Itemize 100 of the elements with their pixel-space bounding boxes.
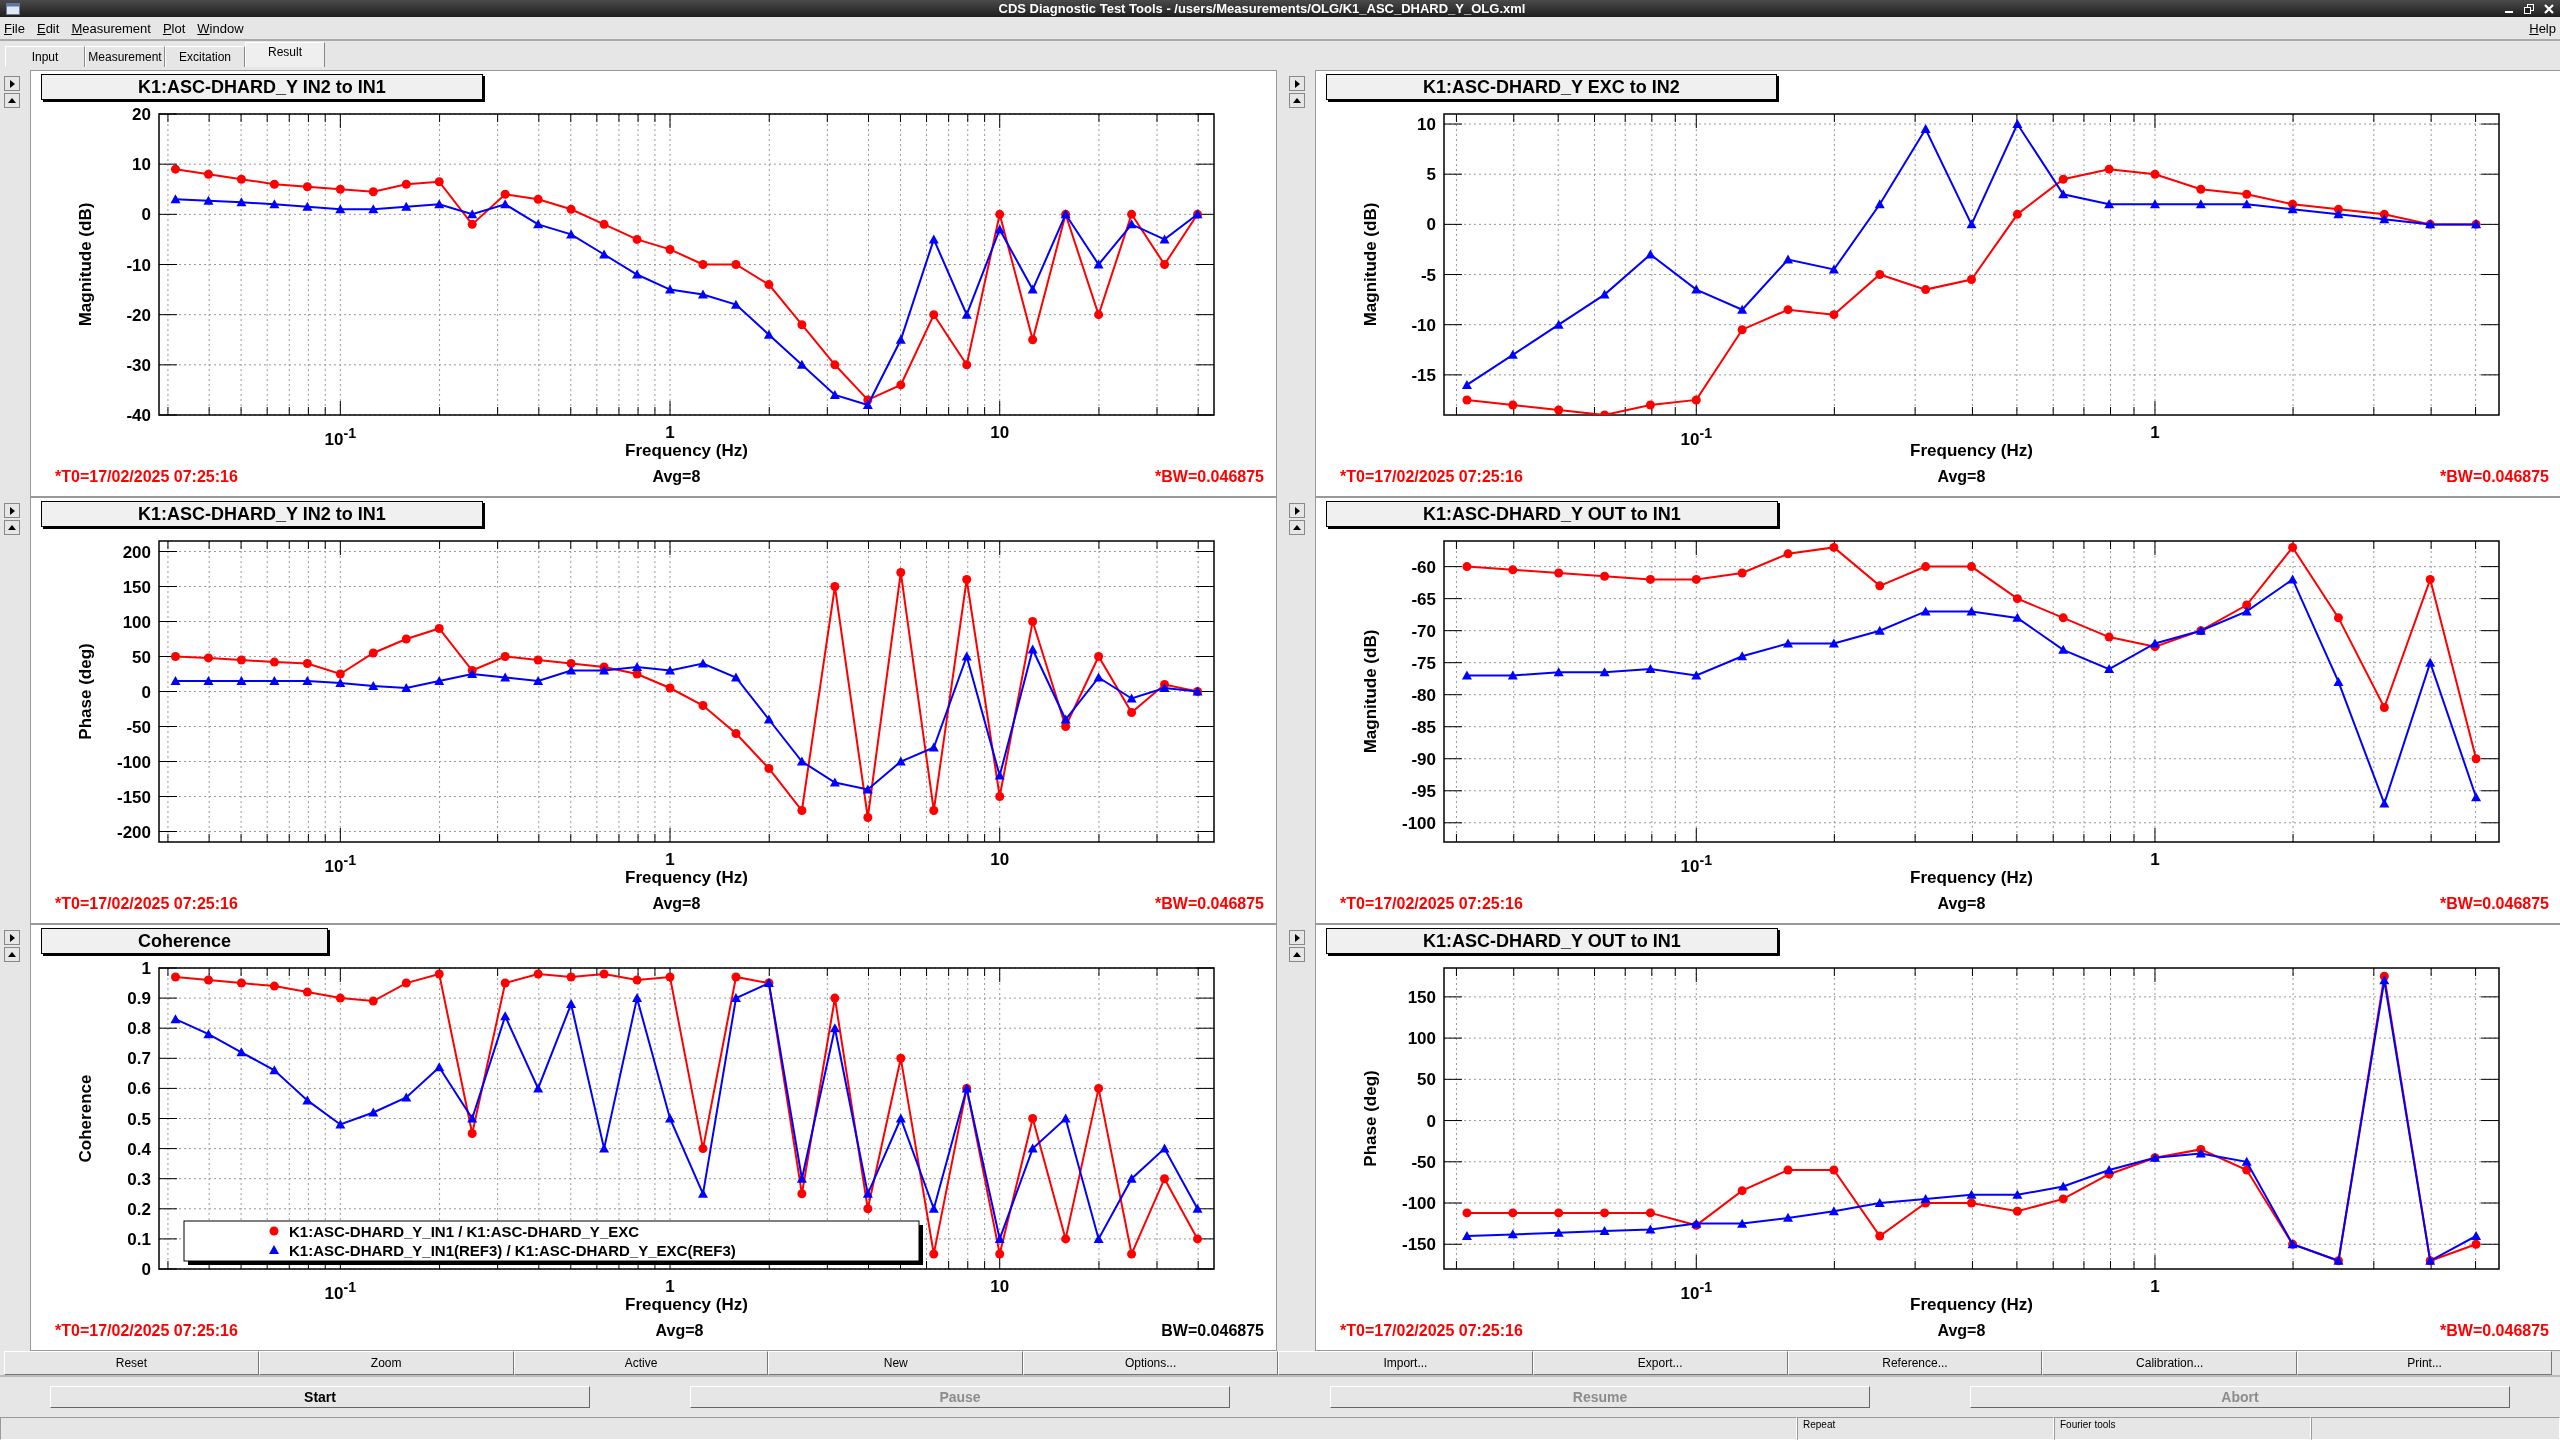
next-button[interactable] [1289, 503, 1305, 518]
plot-button[interactable]: Reference... [1787, 1351, 2043, 1375]
plot-button[interactable]: Active [513, 1351, 769, 1375]
next-button[interactable] [4, 930, 20, 945]
plot-button[interactable]: Zoom [258, 1351, 514, 1375]
point [1875, 270, 1885, 280]
plot-button[interactable]: Calibration... [2042, 1351, 2298, 1375]
up-arrow-icon [1293, 951, 1301, 958]
start-time-label: *T0=17/02/2025 07:25:16 [55, 1322, 238, 1340]
point [929, 806, 939, 815]
next-button[interactable] [1289, 76, 1305, 91]
next-button[interactable] [4, 503, 20, 518]
point [236, 676, 247, 685]
axis-tick-label: -65 [1411, 589, 1436, 609]
axis-tick-label: 1 [141, 959, 151, 978]
point [2058, 613, 2068, 623]
plot-title: K1:ASC-DHARD_Y OUT to IN1 [1326, 928, 1778, 954]
close-icon[interactable] [2544, 3, 2554, 14]
axis-tick-label: 200 [122, 542, 151, 562]
point [796, 756, 807, 766]
right-arrow-icon [1293, 79, 1301, 88]
point [368, 648, 378, 658]
tab[interactable]: Measurement [85, 46, 165, 67]
point [170, 676, 181, 685]
menu-item[interactable]: Edit [36, 20, 60, 36]
tab[interactable]: Result [245, 42, 325, 67]
point [1737, 568, 1747, 578]
up-button[interactable] [4, 520, 20, 535]
point [763, 714, 774, 724]
menu-item[interactable]: Help [2529, 20, 2556, 36]
right-arrow-icon [1293, 506, 1301, 515]
point [1554, 568, 1564, 578]
plot-button[interactable]: Print... [2297, 1351, 2552, 1375]
axis-tick-label: -20 [126, 305, 151, 325]
point [2333, 613, 2343, 623]
point [1691, 395, 1701, 405]
plot-button[interactable]: Export... [1532, 1351, 1788, 1375]
plot-button[interactable]: Reset [4, 1351, 259, 1375]
axis-tick-label: 0 [1426, 1111, 1436, 1131]
plot-title: K1:ASC-DHARD_Y EXC to IN2 [1326, 74, 1777, 100]
axis-tick-label: 0.2 [127, 1199, 151, 1219]
axis-tick-label: 10 [990, 1277, 1010, 1296]
next-button[interactable] [1289, 930, 1305, 945]
plot-button[interactable]: Import... [1278, 1351, 1533, 1375]
point [1691, 284, 1702, 294]
up-button[interactable] [1289, 93, 1305, 108]
axis-tick-label: 10 [990, 850, 1010, 869]
point [566, 665, 577, 675]
bandwidth-label: *BW=0.046875 [1155, 895, 1264, 913]
point [830, 582, 840, 591]
point [1737, 304, 1748, 314]
axis-tick-label: 1 [2150, 850, 2160, 869]
axis-tick-label: 5 [1426, 165, 1436, 185]
menu-item[interactable]: Plot [162, 20, 186, 36]
point [697, 658, 708, 668]
average-label: Avg=8 [652, 468, 701, 486]
y-axis-label: Coherence [76, 1074, 95, 1163]
legend-marker-icon [269, 1226, 279, 1236]
menu-item[interactable]: Window [197, 20, 244, 36]
up-button[interactable] [4, 947, 20, 962]
axis-tick-label: -150 [116, 787, 151, 807]
point [2058, 174, 2068, 184]
point [1874, 625, 1885, 635]
next-button[interactable] [4, 76, 20, 91]
up-button[interactable] [4, 93, 20, 108]
up-button[interactable] [1289, 947, 1305, 962]
point [961, 651, 972, 661]
y-axis-label: Magnitude (dB) [1361, 202, 1380, 327]
menu-item[interactable]: Measurement [71, 20, 151, 36]
menu-item[interactable]: File [4, 20, 25, 36]
point [2195, 199, 2206, 209]
axis-tick-label: 100 [1407, 1029, 1436, 1049]
restore-icon[interactable] [2524, 3, 2534, 14]
tab[interactable]: Excitation [165, 46, 245, 67]
average-label: Avg=8 [1937, 1322, 1986, 1340]
y-axis-label: Phase (deg) [1361, 1070, 1380, 1167]
right-arrow-icon [8, 933, 16, 942]
axis-tick-label: -30 [126, 355, 151, 375]
point [863, 813, 873, 822]
point [1027, 644, 1038, 654]
bandwidth-label: *BW=0.046875 [2440, 468, 2549, 486]
up-arrow-icon [8, 97, 16, 104]
point [862, 784, 873, 794]
point [962, 575, 972, 584]
axis-tick-label: -75 [1411, 653, 1436, 673]
axis-tick-label: 0.8 [127, 1019, 151, 1039]
point [236, 655, 246, 665]
point [1094, 652, 1104, 661]
point [2333, 209, 2344, 219]
tab[interactable]: Input [5, 46, 85, 67]
point [1599, 667, 1610, 677]
up-button[interactable] [1289, 520, 1305, 535]
run-button[interactable]: Start [50, 1386, 590, 1408]
axis-tick-label: -200 [116, 822, 151, 842]
axis-tick-label: 0.6 [127, 1079, 151, 1099]
point [1921, 562, 1931, 572]
plot-button[interactable]: Options... [1023, 1351, 1278, 1375]
axis-tick-label: 0.3 [127, 1169, 151, 1189]
point [2012, 209, 2022, 219]
plot-button[interactable]: New [768, 1351, 1024, 1375]
